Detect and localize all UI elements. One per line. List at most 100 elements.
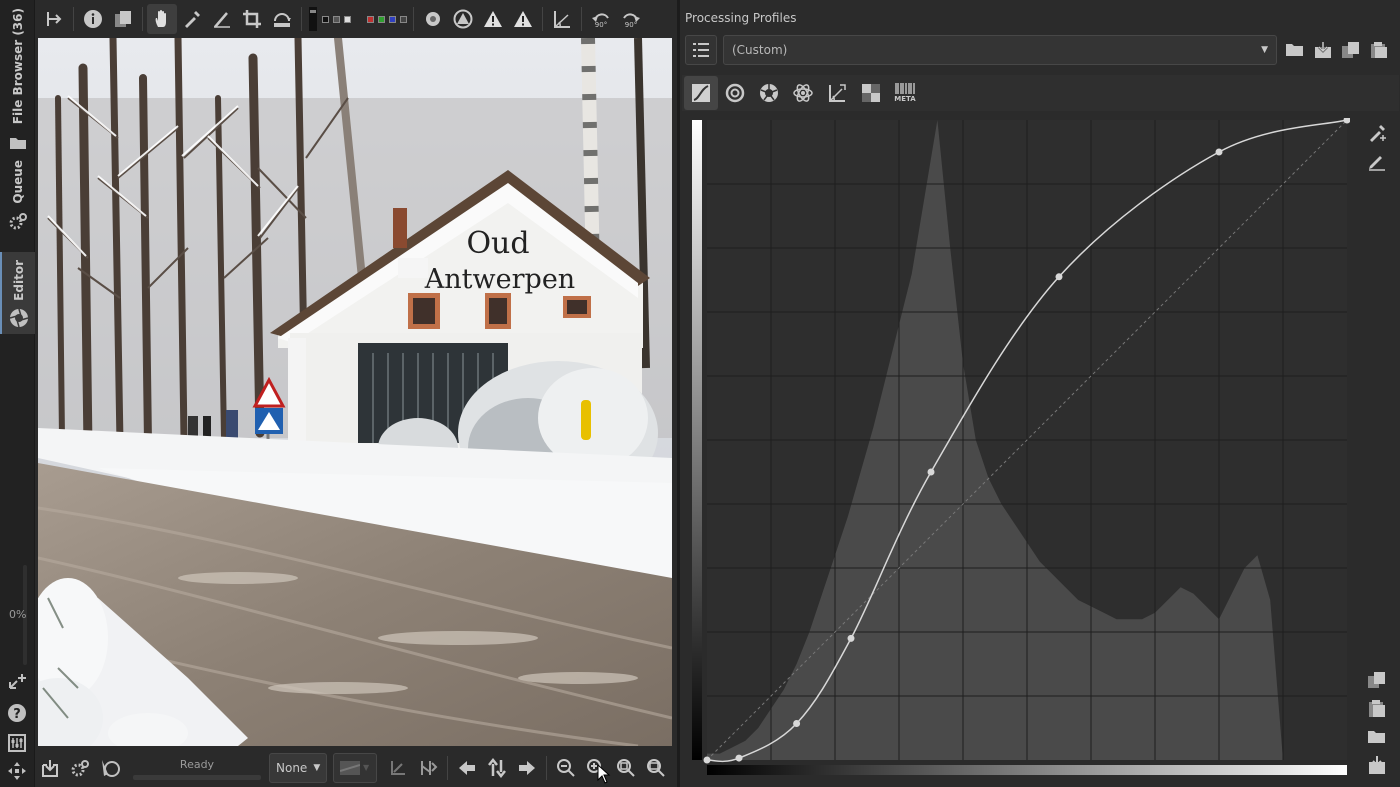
tab-transform[interactable] [820,76,854,110]
toolbar-separator [413,7,414,31]
straighten-icon[interactable] [207,4,237,34]
rotate-right-label: 90° [624,20,638,29]
overexposed-warning-icon[interactable] [508,4,538,34]
zoom-fit-icon[interactable] [611,753,641,783]
save-image-icon[interactable] [35,753,65,783]
status-progress-bar [133,774,261,780]
curve-control-point[interactable] [793,720,801,728]
load-profile-button[interactable] [1281,36,1309,64]
tab-file-browser[interactable]: File Browser (36) [0,8,35,154]
copy-icon [1368,672,1385,688]
chevron-down-icon: ▼ [363,763,370,772]
curve-picker-button[interactable] [1364,120,1390,146]
open-folder-icon [1286,44,1303,56]
profile-select[interactable]: (Custom) ▼ [723,35,1277,65]
profile-color-dropdown[interactable]: ▼ [333,752,377,783]
image-preview[interactable]: Oud Antwerpen [38,38,672,746]
shadow-warning-icon[interactable] [448,4,478,34]
zoom-preset-dropdown[interactable]: None ▼ [269,752,327,783]
processing-status: Ready [131,753,263,783]
history-panel-toggle-icon[interactable] [39,4,69,34]
curve-load-button[interactable] [1364,724,1390,750]
tab-raw[interactable] [854,76,888,110]
external-editor-icon[interactable] [95,753,125,783]
profile-list-button[interactable] [685,35,717,65]
rotate-right-button[interactable]: 90° [616,4,646,34]
swatch-green[interactable] [378,15,385,23]
paste-icon [1371,42,1387,58]
curve-control-point[interactable] [847,634,855,642]
horizontal-gradient-bar [707,765,1347,775]
chevron-down-icon: ▼ [313,762,321,773]
paste-profile-button[interactable] [1365,36,1393,64]
tab-color[interactable] [752,76,786,110]
tab-exposure[interactable] [684,76,718,110]
copy-profile-button[interactable] [1337,36,1365,64]
clipping-indicator-icon[interactable] [306,4,320,34]
gears-icon [7,210,29,232]
zoom-100-icon[interactable] [641,753,671,783]
sync-thumbnail-icon[interactable] [482,753,512,783]
toolbar-separator [581,7,582,31]
curve-control-point[interactable] [1055,273,1063,281]
vertical-tab-bar: File Browser (36) Queue Editor 0% ? [0,0,35,787]
tone-curve-editor[interactable] [690,116,1351,778]
fullscreen-icon[interactable] [6,760,28,782]
zoom-out-icon[interactable] [551,753,581,783]
toolbar-separator [142,7,143,31]
preferences-icon[interactable] [6,732,28,754]
perspective-icon[interactable] [547,4,577,34]
swatch-gray[interactable] [333,15,340,23]
barcode-icon [895,83,915,94]
save-icon [1369,756,1385,774]
pencil-icon [1369,156,1385,171]
toolbar-separator [546,755,547,780]
swatch-red[interactable] [367,15,374,23]
tab-metadata-label: META [894,95,916,103]
highlight-warning-icon[interactable] [478,4,508,34]
tool-tab-bar: META [682,75,1399,111]
curve-paste-button[interactable] [1364,696,1390,722]
tab-editor[interactable]: Editor [0,252,35,334]
curve-control-point[interactable] [703,756,711,764]
before-after-icon[interactable] [108,4,138,34]
sharpen-icon[interactable] [413,753,443,783]
save-icon [1315,42,1331,58]
mouse-cursor-icon [597,764,611,784]
focus-mask-icon[interactable] [418,4,448,34]
swatch-blue[interactable] [389,15,396,23]
progress-percent: 0% [9,608,27,621]
queue-gears-icon[interactable] [65,753,95,783]
previous-image-icon[interactable] [452,753,482,783]
winter-photo: Oud Antwerpen [38,38,672,746]
tab-detail[interactable] [718,76,752,110]
save-profile-button[interactable] [1309,36,1337,64]
add-to-queue-icon[interactable] [6,670,28,692]
swatch-luminance[interactable] [400,15,407,23]
tone-curve-graph[interactable] [690,116,1351,778]
hand-tool-icon[interactable] [147,4,177,34]
transform-icon[interactable] [267,4,297,34]
crop-navigate-icon[interactable] [383,753,413,783]
tool-panel: Processing Profiles (Custom) ▼ META [677,0,1400,787]
processing-profiles-row: (Custom) ▼ [685,34,1397,66]
curve-control-point[interactable] [927,468,935,476]
tab-queue-label: Queue [10,160,25,204]
tab-queue[interactable]: Queue [0,160,35,232]
curve-control-point[interactable] [735,754,743,762]
help-icon[interactable]: ? [6,702,28,724]
tab-advanced[interactable] [786,76,820,110]
curve-control-point[interactable] [1215,148,1223,156]
curve-edit-button[interactable] [1364,148,1390,174]
swatch-white[interactable] [344,15,351,23]
vertical-gradient-bar [692,120,702,760]
color-picker-icon[interactable] [177,4,207,34]
curve-copy-button[interactable] [1364,668,1390,694]
curve-save-button[interactable] [1364,752,1390,778]
next-image-icon[interactable] [512,753,542,783]
tab-metadata[interactable]: META [888,76,922,110]
rotate-left-button[interactable]: 90° [586,4,616,34]
swatch-black[interactable] [322,15,329,23]
crop-icon[interactable] [237,4,267,34]
info-icon[interactable] [78,4,108,34]
